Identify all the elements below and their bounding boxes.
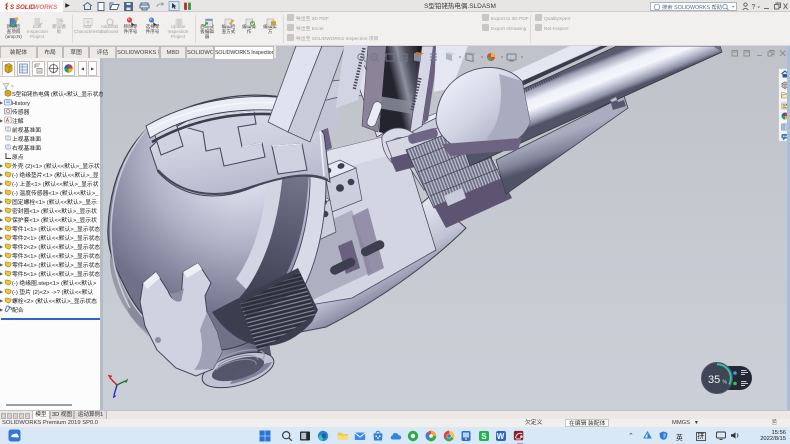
svg-text:35: 35 <box>708 374 720 386</box>
svg-text:W: W <box>497 432 505 441</box>
svg-text:S: S <box>481 432 487 441</box>
svg-text:%: % <box>723 380 728 386</box>
svg-text:?: ? <box>752 4 756 11</box>
svg-text:S SOLID: S SOLID <box>10 4 35 11</box>
svg-text:搜索 SOLIDWORKS 帮助: 搜索 SOLIDWORKS 帮助 <box>662 3 722 11</box>
svg-text:WORKS: WORKS <box>34 4 59 11</box>
